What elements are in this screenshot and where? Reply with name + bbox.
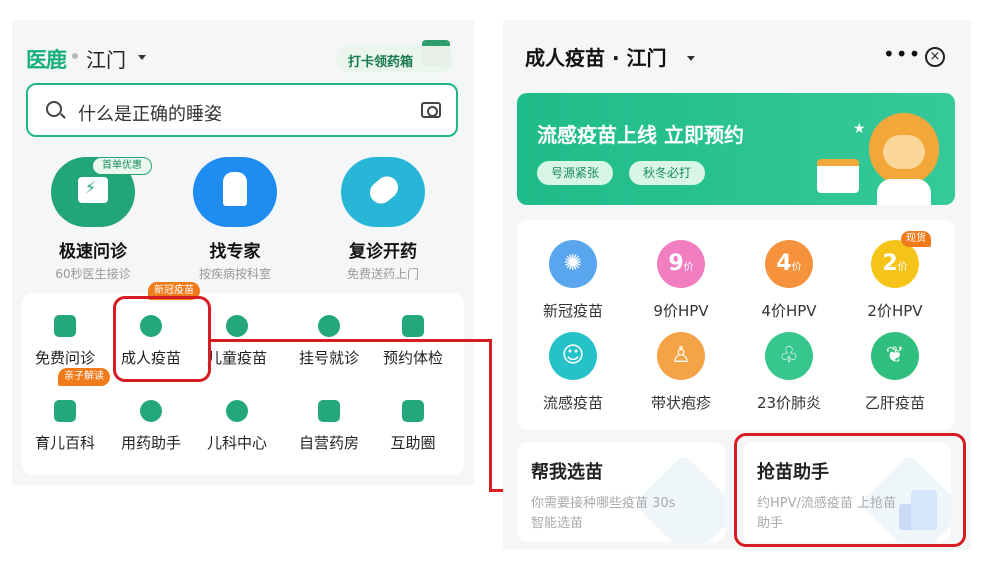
vaccine-shingles[interactable]: ♙ 带状疱疹 xyxy=(631,332,731,413)
camera-icon[interactable] xyxy=(421,102,441,118)
service-subtitle: 免费送药上门 xyxy=(346,267,419,281)
card-title: 帮我选苗 xyxy=(531,462,603,483)
elder-icon: ♙ xyxy=(657,332,705,380)
grid-item-label: 育儿百科 xyxy=(34,434,95,452)
banner-title: 流感疫苗上线 立即预约 xyxy=(537,123,744,147)
vaccine-label: 新冠疫苗 xyxy=(542,302,603,320)
service-subtitle: 按疾病按科室 xyxy=(198,267,271,281)
service-subtitle: 60秒医生接诊 xyxy=(55,267,131,281)
service-find-expert[interactable]: 找专家 按疾病按科室 xyxy=(170,157,300,282)
grid-item-label: 挂号就诊 xyxy=(298,349,359,367)
checkin-label: 打卡领药箱 xyxy=(348,55,414,70)
calendar-icon xyxy=(817,159,859,193)
home-header: 医鹿 江门 打卡领药箱 xyxy=(12,20,474,90)
service-title: 找专家 xyxy=(209,242,261,262)
vaccine-label: 4价HPV xyxy=(761,302,817,320)
chevron-down-icon[interactable] xyxy=(687,56,695,61)
grid-item-label: 用药助手 xyxy=(120,434,181,452)
close-icon[interactable]: × xyxy=(925,47,945,67)
clipboard-icon xyxy=(402,315,424,337)
vaccine-covid[interactable]: ✺ 新冠疫苗 xyxy=(523,240,623,321)
vaccine-label: 乙肝疫苗 xyxy=(864,394,925,412)
sprout-icon xyxy=(226,315,248,337)
grid-item-label: 预约体检 xyxy=(382,349,443,367)
vaccine-flu[interactable]: ☺ 流感疫苗 xyxy=(523,332,623,413)
sparkle-icon: ★ xyxy=(853,121,866,137)
service-quick-consult[interactable]: 极速问诊 60秒医生接诊 xyxy=(28,157,158,282)
city-selector[interactable]: 江门 xyxy=(86,44,126,73)
separator-dot xyxy=(72,53,78,59)
mascot-coat xyxy=(877,179,931,205)
chevron-down-icon[interactable] xyxy=(138,55,146,60)
service-refill[interactable]: 复诊开药 免费送药上门 xyxy=(318,157,448,282)
grid-item-community[interactable]: 互助圈 xyxy=(370,400,456,453)
grid-item-label: 自营药房 xyxy=(298,434,359,452)
connector-line xyxy=(211,339,491,342)
connector-line xyxy=(489,339,492,491)
service-title: 复诊开药 xyxy=(349,242,417,262)
deer-mascot xyxy=(869,113,939,185)
vaccine-label: 2价HPV xyxy=(867,302,923,320)
grid-item-pharmacy[interactable]: 自营药房 xyxy=(286,400,372,453)
chat-plus-icon xyxy=(402,400,424,422)
page-title[interactable]: 成人疫苗 · 江门 xyxy=(525,42,667,71)
vaccine-selector-card[interactable]: 帮我选苗 你需要接种哪些疫苗 30s智能选苗 xyxy=(517,442,725,542)
heart-shield-icon xyxy=(54,315,76,337)
grid-item-label: 互助圈 xyxy=(390,434,436,452)
book-icon xyxy=(54,400,76,422)
doctor-icon xyxy=(193,157,277,227)
grid-item-label: 儿科中心 xyxy=(206,434,267,452)
highlight-box-grab-assistant xyxy=(734,433,966,547)
search-placeholder: 什么是正确的睡姿 xyxy=(78,104,222,125)
vaccine-pneumonia[interactable]: ♧ 23价肺炎 xyxy=(739,332,839,413)
checkin-button[interactable]: 打卡领药箱 xyxy=(336,40,454,73)
grid-item-medication[interactable]: 用药助手 xyxy=(108,400,194,453)
service-title: 极速问诊 xyxy=(59,242,127,262)
vaccine-hpv2[interactable]: 2价 2价HPV xyxy=(845,240,945,321)
vaccine-label: 带状疱疹 xyxy=(650,394,711,412)
vaccine-grid: ✺ 新冠疫苗 9价 9价HPV 4价 4价HPV 2价 2价HPV ☺ 流感疫苗… xyxy=(517,220,955,430)
banner-chip: 秋冬必打 xyxy=(629,161,706,185)
lungs-icon: ♧ xyxy=(765,332,813,380)
vaccine-label: 9价HPV xyxy=(653,302,709,320)
hpv4-icon: 4价 xyxy=(765,240,813,288)
vaccine-label: 23价肺炎 xyxy=(756,394,822,412)
more-icon[interactable]: ••• xyxy=(883,42,921,66)
highlight-box-adult-vaccine xyxy=(113,296,211,382)
vaccine-hpv9[interactable]: 9价 9价HPV xyxy=(631,240,731,321)
grid-item-pediatrics[interactable]: 儿科中心 xyxy=(194,400,280,453)
grid-item-label: 免费问诊 xyxy=(34,349,95,367)
medicine-box-icon xyxy=(422,40,450,66)
search-icon xyxy=(46,101,62,117)
vaccine-hpv4[interactable]: 4价 4价HPV xyxy=(739,240,839,321)
face-mask-icon: ☺ xyxy=(549,332,597,380)
grid-item-parenting[interactable]: 育儿百科 xyxy=(22,400,108,453)
first-order-badge: 首单优惠 xyxy=(92,157,152,175)
in-stock-tag: 现货 xyxy=(901,231,931,247)
capsule-icon xyxy=(140,400,162,422)
vaccine-hepatitis-b[interactable]: ❦ 乙肝疫苗 xyxy=(845,332,945,413)
card-subtitle: 你需要接种哪些疫苗 30s智能选苗 xyxy=(531,496,676,531)
search-input[interactable]: 什么是正确的睡姿 xyxy=(26,83,458,137)
flu-vaccine-banner[interactable]: 流感疫苗上线 立即预约 号源紧张 秋冬必打 ★ xyxy=(517,93,955,205)
child-face-icon xyxy=(226,400,248,422)
virus-icon: ✺ xyxy=(549,240,597,288)
banner-chip: 号源紧张 xyxy=(537,161,614,185)
hpv2-icon: 2价 xyxy=(871,240,919,288)
hpv9-icon: 9价 xyxy=(657,240,705,288)
vaccine-label: 流感疫苗 xyxy=(542,394,603,412)
app-logo: 医鹿 xyxy=(26,48,67,72)
plus-cross-icon xyxy=(318,315,340,337)
pill-icon xyxy=(341,157,425,227)
home-screen: 医鹿 江门 打卡领药箱 什么是正确的睡姿 极速问诊 60秒医生接诊 首单优惠 找… xyxy=(12,20,474,485)
pharmacy-icon xyxy=(318,400,340,422)
liver-icon: ❦ xyxy=(871,332,919,380)
grid-item-free-consult[interactable]: 免费问诊 xyxy=(22,315,108,368)
parenting-tag: 亲子解读 xyxy=(58,368,110,386)
